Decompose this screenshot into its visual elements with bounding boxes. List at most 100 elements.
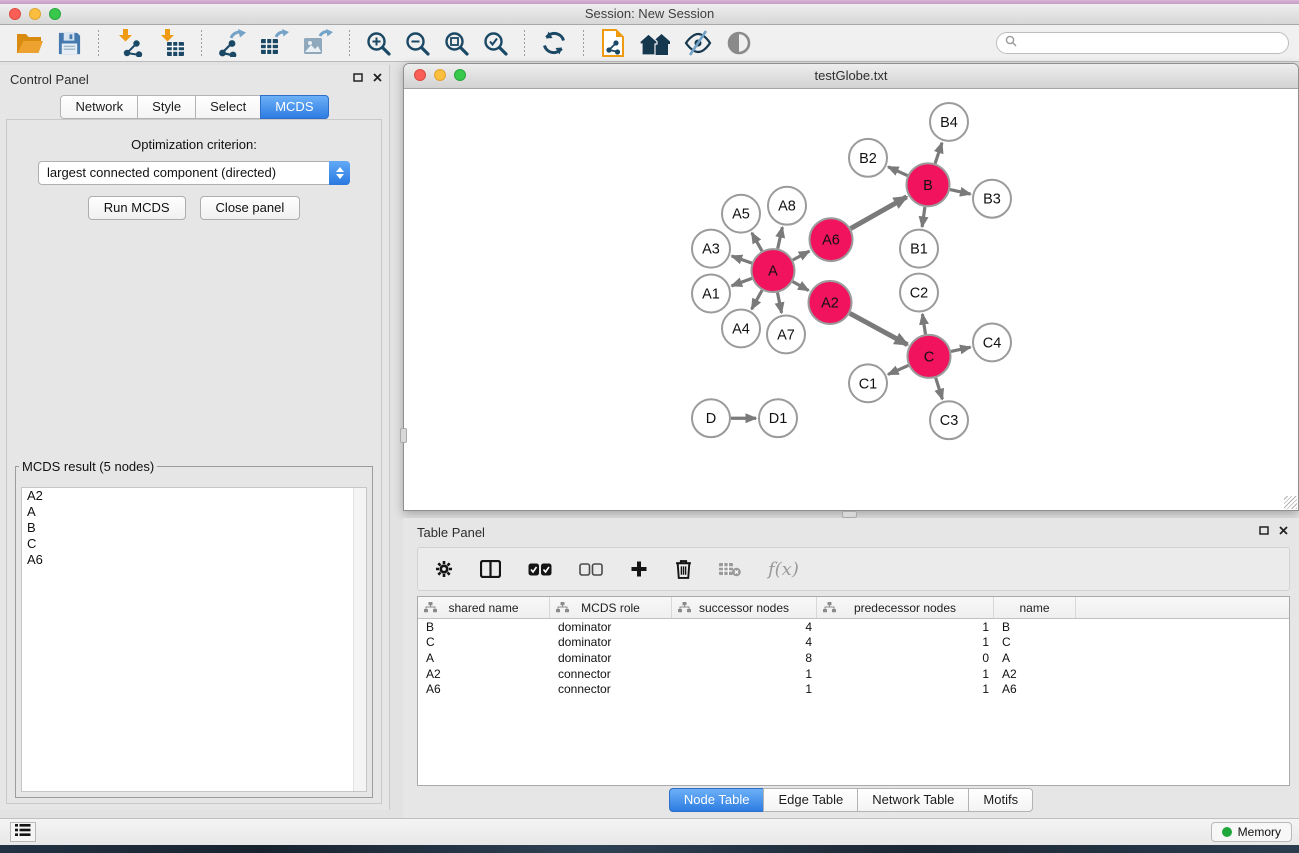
column-header-predecessor-nodes[interactable]: predecessor nodes bbox=[817, 597, 994, 618]
node-C2[interactable]: C2 bbox=[900, 274, 938, 312]
node-A1[interactable]: A1 bbox=[692, 275, 730, 313]
close-panel-button[interactable]: Close panel bbox=[200, 196, 301, 220]
tab-select[interactable]: Select bbox=[195, 95, 261, 119]
edge-C-C1[interactable] bbox=[888, 365, 908, 374]
node-C4[interactable]: C4 bbox=[973, 323, 1011, 361]
node-B1[interactable]: B1 bbox=[900, 230, 938, 268]
column-header-successor-nodes[interactable]: successor nodes bbox=[672, 597, 817, 618]
hide-graphics-details-icon[interactable] bbox=[684, 28, 712, 58]
network-canvas[interactable]: AA1A2A3A4A5A6A7A8BB1B2B3B4CC1C2C3C4DD1 bbox=[404, 89, 1298, 510]
node-B3[interactable]: B3 bbox=[973, 180, 1011, 218]
result-list-item[interactable]: C bbox=[22, 536, 366, 552]
zoom-network-window-button[interactable] bbox=[454, 69, 466, 81]
close-window-button[interactable] bbox=[9, 8, 21, 20]
delete-table-icon[interactable] bbox=[719, 562, 741, 577]
node-B4[interactable]: B4 bbox=[930, 103, 968, 141]
network-window-titlebar[interactable]: testGlobe.txt bbox=[404, 64, 1298, 89]
edge-A-A1[interactable] bbox=[732, 278, 752, 285]
zoom-window-button[interactable] bbox=[49, 8, 61, 20]
zoom-out-icon[interactable] bbox=[405, 28, 430, 58]
minimize-network-window-button[interactable] bbox=[434, 69, 446, 81]
close-panel-icon[interactable] bbox=[373, 73, 382, 82]
export-image-icon[interactable] bbox=[303, 28, 333, 58]
column-header-shared-name[interactable]: shared name bbox=[418, 597, 550, 618]
node-A6[interactable]: A6 bbox=[810, 218, 853, 261]
zoom-in-icon[interactable] bbox=[366, 28, 391, 58]
import-table-icon[interactable] bbox=[157, 28, 185, 58]
save-session-icon[interactable] bbox=[57, 28, 82, 58]
node-D[interactable]: D bbox=[692, 399, 730, 437]
toggle-graphics-details-icon[interactable] bbox=[726, 28, 752, 58]
edge-A-A4[interactable] bbox=[752, 290, 763, 309]
edge-A6-B[interactable] bbox=[851, 197, 907, 229]
import-network-icon[interactable] bbox=[115, 28, 143, 58]
float-table-panel-icon[interactable] bbox=[1259, 526, 1269, 535]
table-tab-edge-table[interactable]: Edge Table bbox=[763, 788, 858, 812]
horizontal-splitter-handle[interactable] bbox=[842, 511, 857, 518]
edge-C-C3[interactable] bbox=[936, 378, 943, 399]
column-view-icon[interactable] bbox=[480, 560, 501, 578]
table-row-A6[interactable]: A6connector11A6 bbox=[418, 681, 1289, 697]
node-B[interactable]: B bbox=[907, 163, 950, 206]
run-mcds-button[interactable]: Run MCDS bbox=[88, 196, 186, 220]
node-C3[interactable]: C3 bbox=[930, 401, 968, 439]
node-D1[interactable]: D1 bbox=[759, 399, 797, 437]
vertical-splitter-handle[interactable] bbox=[400, 428, 407, 443]
edge-A-A7[interactable] bbox=[778, 293, 782, 313]
edge-B-B2[interactable] bbox=[888, 167, 907, 176]
result-list-scrollbar[interactable] bbox=[353, 488, 366, 791]
edge-B-B1[interactable] bbox=[922, 207, 925, 227]
node-C1[interactable]: C1 bbox=[849, 364, 887, 402]
refresh-network-view-icon[interactable] bbox=[541, 28, 567, 58]
select-all-icon[interactable] bbox=[528, 563, 552, 576]
edge-A-A8[interactable] bbox=[778, 227, 783, 248]
window-resize-grip[interactable] bbox=[1284, 496, 1297, 509]
edge-A-A2[interactable] bbox=[793, 282, 809, 291]
table-row-C[interactable]: Cdominator41C bbox=[418, 635, 1289, 651]
settings-icon[interactable] bbox=[435, 560, 453, 578]
edge-B-B3[interactable] bbox=[950, 190, 971, 194]
table-row-B[interactable]: Bdominator41B bbox=[418, 619, 1289, 635]
tab-style[interactable]: Style bbox=[137, 95, 196, 119]
memory-button[interactable]: Memory bbox=[1211, 822, 1292, 842]
criterion-dropdown[interactable]: largest connected component (directed) bbox=[38, 161, 350, 185]
edge-A-A3[interactable] bbox=[732, 256, 752, 263]
node-A8[interactable]: A8 bbox=[768, 187, 806, 225]
node-A3[interactable]: A3 bbox=[692, 230, 730, 268]
result-list-item[interactable]: A6 bbox=[22, 552, 366, 568]
delete-row-icon[interactable] bbox=[675, 559, 692, 579]
result-list-item[interactable]: A2 bbox=[22, 488, 366, 504]
table-row-A2[interactable]: A2connector11A2 bbox=[418, 666, 1289, 682]
table-tab-motifs[interactable]: Motifs bbox=[968, 788, 1033, 812]
result-list-item[interactable]: A bbox=[22, 504, 366, 520]
edge-A-A5[interactable] bbox=[752, 233, 762, 251]
table-tab-node-table[interactable]: Node Table bbox=[669, 788, 765, 812]
edge-A-A6[interactable] bbox=[793, 251, 810, 260]
zoom-fit-content-icon[interactable] bbox=[444, 28, 469, 58]
node-A[interactable]: A bbox=[752, 249, 795, 292]
go-home-icon[interactable] bbox=[640, 28, 670, 58]
network-from-document-icon[interactable] bbox=[600, 28, 626, 58]
function-builder-icon[interactable]: f(x) bbox=[768, 559, 799, 580]
export-network-icon[interactable] bbox=[218, 28, 246, 58]
open-session-icon[interactable] bbox=[15, 28, 43, 58]
tab-mcds[interactable]: MCDS bbox=[260, 95, 328, 119]
close-network-window-button[interactable] bbox=[414, 69, 426, 81]
node-A2[interactable]: A2 bbox=[809, 281, 852, 324]
node-A4[interactable]: A4 bbox=[722, 309, 760, 347]
minimize-window-button[interactable] bbox=[29, 8, 41, 20]
mcds-result-list[interactable]: A2ABCA6 bbox=[21, 487, 367, 792]
search-field[interactable] bbox=[996, 32, 1289, 54]
close-table-panel-icon[interactable] bbox=[1279, 526, 1288, 535]
edge-A2-C[interactable] bbox=[850, 313, 908, 344]
node-A5[interactable]: A5 bbox=[722, 195, 760, 233]
export-table-icon[interactable] bbox=[260, 28, 289, 58]
tab-network[interactable]: Network bbox=[60, 95, 138, 119]
result-list-item[interactable]: B bbox=[22, 520, 366, 536]
table-row-A[interactable]: Adominator80A bbox=[418, 650, 1289, 666]
node-C[interactable]: C bbox=[908, 335, 951, 378]
add-row-icon[interactable] bbox=[630, 560, 648, 578]
edge-C-C2[interactable] bbox=[922, 314, 925, 334]
task-history-button[interactable] bbox=[10, 822, 36, 842]
search-input[interactable] bbox=[1022, 35, 1288, 51]
